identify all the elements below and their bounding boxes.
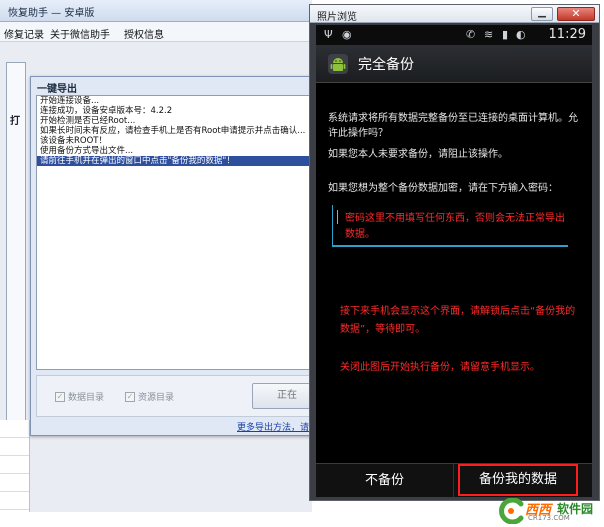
app-titlebar: 恢复助手 — 安卓版 [0, 0, 312, 22]
log-line: 如果长时间未有反应，请检查手机上是否有Root申请提示并点击确认... [40, 126, 306, 136]
export-dialog: 一键导出 开始连接设备... 连接成功，设备安卓版本号：4.2.2 开始检测是否… [30, 76, 322, 436]
site-watermark: 西西 软件园 CR173.COM [495, 496, 603, 526]
app-menubar: 修复记录 关于微信助手 授权信息 [0, 22, 312, 42]
dialog-title: 一键导出 [37, 84, 77, 95]
backup-content: 系统请求将所有数据完整备份至已连接的桌面计算机。允许此操作吗？ 如果您本人未要求… [316, 83, 592, 463]
text-cursor [337, 210, 338, 224]
usb-icon: Ψ [324, 28, 333, 41]
instruction-annotation: 接下来手机会显示这个界面，请解锁后点击“备份我的数据”，等待即可。 [340, 306, 576, 335]
wifi-icon: ≋ [484, 28, 494, 41]
phone-status-bar: Ψ ◉ ✆ ≋ ▮ ◐ 11:29 [316, 25, 592, 45]
log-line: 连接成功，设备安卓版本号：4.2.2 [40, 106, 173, 116]
log-line: 使用备份方式导出文件... [40, 146, 134, 156]
debug-icon: ◉ [342, 28, 352, 41]
backup-warning-text: 如果您本人未要求备份，请阻止该操作。 [328, 149, 508, 160]
minimize-button[interactable]: ▁ [531, 7, 553, 21]
phone-clock: 11:29 [548, 27, 586, 42]
checkbox-check-icon: ✓ [125, 391, 135, 402]
close-annotation: 关闭此图后开始执行备份，请留意手机显示。 [340, 362, 540, 373]
more-methods-link[interactable]: 更多导出方法，请看 [237, 420, 318, 433]
log-line: 该设备未ROOT！ [40, 136, 107, 146]
checkbox-check-icon: ✓ [55, 391, 65, 402]
silent-icon: ✆ [466, 28, 476, 41]
checkbox-label: 数据目录 [68, 393, 105, 403]
phone-button-bar: 不备份 备份我的数据 [316, 463, 592, 497]
backup-my-data-button[interactable]: 备份我的数据 [458, 464, 578, 496]
dialog-options: ✓ 数据目录 ✓ 资源目录 正在 [36, 375, 322, 417]
skip-backup-button[interactable]: 不备份 [316, 464, 454, 497]
checkbox-resource-dir[interactable]: ✓ 资源目录 [125, 390, 174, 403]
log-line-selected: 请前往手机并在弹出的窗口中点击"备份我的数据"！ [37, 156, 315, 166]
app-title: 恢复助手 — 安卓版 [8, 8, 95, 19]
encrypt-prompt-text: 如果您想为整个备份数据加密，请在下方输入密码： [328, 183, 558, 194]
signal-icon: ▮ [502, 28, 509, 41]
password-input[interactable]: 密码这里不用填写任何东西，否则会无法正常导出数据。 [332, 205, 568, 247]
log-line: 开始连接设备... [40, 96, 100, 106]
battery-icon: ◐ [516, 28, 526, 41]
close-button[interactable]: ✕ [557, 7, 595, 21]
photo-viewer-titlebar: 照片浏览 ▁ ✕ [310, 5, 599, 23]
backup-title: 完全备份 [358, 57, 414, 73]
backup-request-text: 系统请求将所有数据完整备份至已连接的桌面计算机。允许此操作吗？ [328, 113, 578, 139]
checkbox-data-dir[interactable]: ✓ 数据目录 [55, 390, 104, 403]
menu-item-history[interactable]: 修复记录 [4, 26, 44, 41]
menu-item-about[interactable]: 关于微信助手 [50, 26, 110, 41]
log-list[interactable]: 开始连接设备... 连接成功，设备安卓版本号：4.2.2 开始检测是否已经Roo… [36, 95, 316, 370]
phone-action-bar: 完全备份 [316, 45, 592, 83]
app-frame-tab[interactable]: 打 [10, 112, 28, 130]
checkbox-label: 资源目录 [138, 393, 175, 403]
photo-viewer-title: 照片浏览 [317, 12, 357, 23]
phone-screen: Ψ ◉ ✆ ≋ ▮ ◐ 11:29 完全备份 系统请求将所有数据完整备份至已连接… [316, 25, 592, 497]
log-line: 开始检测是否已经Root... [40, 116, 136, 126]
photo-viewer-window: 照片浏览 ▁ ✕ Ψ ◉ ✆ ≋ ▮ ◐ 11:29 完全备份 系统请求将所有数… [309, 4, 600, 501]
android-icon [328, 54, 348, 74]
app-table-grid [0, 420, 30, 512]
password-annotation: 密码这里不用填写任何东西，否则会无法正常导出数据。 [345, 213, 565, 240]
watermark-url: CR173.COM [528, 514, 570, 522]
watermark-logo-icon [499, 498, 524, 524]
menu-item-license[interactable]: 授权信息 [124, 26, 164, 41]
